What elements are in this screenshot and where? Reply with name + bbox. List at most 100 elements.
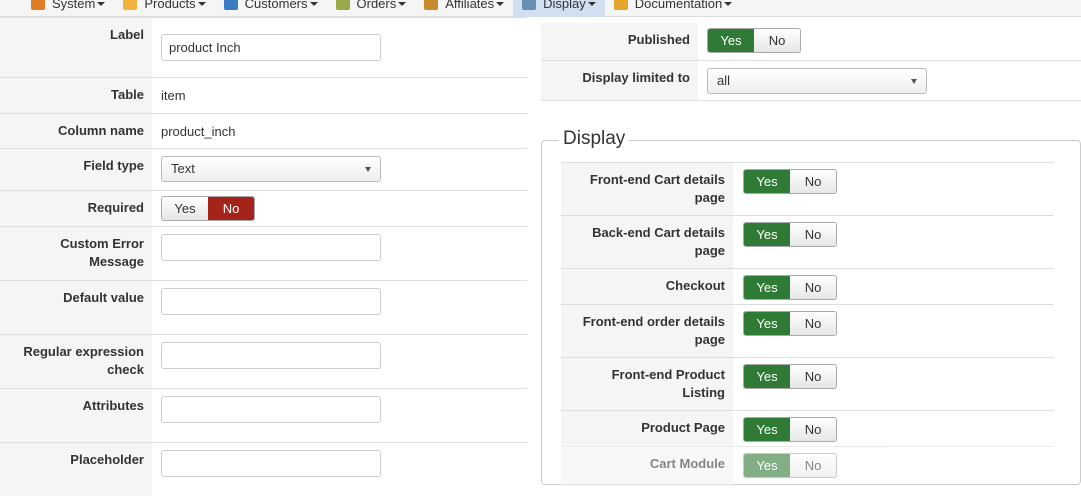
- no-button[interactable]: No: [790, 223, 836, 246]
- row-default-value: Default value: [0, 280, 527, 334]
- yes-button[interactable]: Yes: [744, 170, 790, 193]
- nav-customers[interactable]: Customers: [215, 0, 327, 17]
- display-row: Front-end Cart details page Yes No: [561, 162, 1054, 215]
- publish-settings: Published Yes No Display limited to all: [541, 17, 1081, 101]
- no-button[interactable]: No: [790, 170, 836, 193]
- display-row-label: Front-end order details page: [561, 305, 733, 357]
- label-input[interactable]: [161, 34, 381, 61]
- nav-products[interactable]: Products: [114, 0, 214, 17]
- display-options: Front-end Cart details page Yes No Back-e…: [561, 162, 1054, 486]
- no-button[interactable]: No: [790, 312, 836, 335]
- no-button[interactable]: No: [790, 418, 836, 441]
- table-value: item: [161, 88, 186, 103]
- regex-label: Regular expression check: [0, 335, 152, 388]
- no-button[interactable]: No: [790, 454, 836, 477]
- display-row: Checkout Yes No: [561, 268, 1054, 304]
- nav-affiliates[interactable]: Affiliates: [415, 0, 513, 17]
- nav-documentation-label: Documentation: [634, 0, 723, 11]
- no-button[interactable]: No: [790, 365, 836, 388]
- top-nav: System Products Customers Orders Affilia…: [0, 0, 1081, 17]
- chevron-down-icon: [724, 1, 733, 6]
- custom-error-input[interactable]: [161, 234, 381, 261]
- row-label: Label: [0, 17, 527, 77]
- row-field-type: Field type Text: [0, 148, 527, 190]
- nav-system[interactable]: System: [22, 0, 114, 17]
- custom-error-label: Custom Error Message: [0, 227, 152, 280]
- placeholder-label: Placeholder: [0, 443, 152, 496]
- nav-display[interactable]: Display: [513, 0, 605, 17]
- display-row: Back-end Cart details page Yes No: [561, 215, 1054, 268]
- row-placeholder: Placeholder: [0, 442, 527, 496]
- required-label: Required: [0, 191, 152, 226]
- required-no-button[interactable]: No: [208, 197, 254, 220]
- display-icon: [522, 0, 537, 10]
- display-row-label: Front-end Cart details page: [561, 163, 733, 215]
- row-published: Published Yes No: [541, 17, 1081, 60]
- yes-button[interactable]: Yes: [744, 223, 790, 246]
- nav-orders[interactable]: Orders: [327, 0, 416, 17]
- system-icon: [31, 0, 45, 10]
- display-limited-label: Display limited to: [541, 61, 698, 100]
- yes-button[interactable]: Yes: [744, 276, 790, 299]
- dropdown-arrow-icon: [911, 79, 917, 84]
- chevron-down-icon: [398, 1, 407, 6]
- nav-display-label: Display: [543, 0, 586, 11]
- display-limited-value: all: [717, 73, 731, 88]
- label-label: Label: [0, 18, 152, 77]
- display-row-toggle: Yes No: [743, 275, 837, 300]
- row-column-name: Column name product_inch: [0, 113, 527, 148]
- placeholder-input[interactable]: [161, 450, 381, 477]
- nav-products-label: Products: [144, 0, 196, 11]
- display-row-toggle: Yes No: [743, 311, 837, 336]
- regex-input[interactable]: [161, 342, 381, 369]
- published-label: Published: [541, 23, 698, 60]
- published-yes-button[interactable]: Yes: [708, 29, 754, 52]
- display-fieldset: Front-end Cart details page Yes No Back-e…: [541, 140, 1081, 486]
- published-no-button[interactable]: No: [754, 29, 800, 52]
- yes-button[interactable]: Yes: [744, 418, 790, 441]
- nav-customers-label: Customers: [244, 0, 308, 11]
- attributes-input[interactable]: [161, 396, 381, 423]
- products-icon: [123, 0, 138, 10]
- nav-documentation[interactable]: Documentation: [605, 0, 741, 17]
- no-button[interactable]: No: [790, 276, 836, 299]
- display-limited-select[interactable]: all: [707, 68, 927, 94]
- display-row-label: Product Page: [561, 411, 733, 446]
- row-required: Required Yes No: [0, 190, 527, 226]
- chevron-down-icon: [97, 1, 106, 6]
- yes-button[interactable]: Yes: [744, 454, 790, 477]
- required-yes-button[interactable]: Yes: [162, 197, 208, 220]
- field-type-value: Text: [171, 161, 195, 176]
- display-row-label: Back-end Cart details page: [561, 216, 733, 268]
- orders-icon: [335, 0, 350, 10]
- default-value-input[interactable]: [161, 288, 381, 315]
- row-regex: Regular expression check: [0, 334, 527, 388]
- column-name-label: Column name: [0, 114, 152, 148]
- column-name-value: product_inch: [161, 124, 236, 139]
- yes-button[interactable]: Yes: [744, 365, 790, 388]
- field-type-select[interactable]: Text: [161, 156, 381, 182]
- required-toggle: Yes No: [161, 196, 255, 221]
- chevron-down-icon: [197, 1, 206, 6]
- row-display-limited: Display limited to all: [541, 60, 1081, 101]
- display-row-toggle: Yes No: [743, 364, 837, 389]
- display-row-toggle: Yes No: [743, 169, 837, 194]
- display-row-toggle: Yes No: [743, 453, 837, 478]
- display-row-label: Front-end Product Listing: [561, 358, 733, 410]
- display-legend: Display: [559, 128, 630, 150]
- attributes-label: Attributes: [0, 389, 152, 442]
- display-row: Front-end Product Listing Yes No: [561, 357, 1054, 410]
- display-row-label: Checkout: [561, 269, 733, 304]
- row-custom-error: Custom Error Message: [0, 226, 527, 280]
- field-properties-form: Label Table item Column name product_inc…: [0, 17, 527, 496]
- dropdown-arrow-icon: [365, 167, 371, 172]
- chevron-down-icon: [309, 1, 318, 6]
- row-table: Table item: [0, 77, 527, 113]
- yes-button[interactable]: Yes: [744, 312, 790, 335]
- display-row-label: Cart Module: [561, 447, 733, 486]
- chevron-down-icon: [587, 1, 596, 6]
- nav-orders-label: Orders: [356, 0, 397, 11]
- display-row: Cart Module Yes No: [561, 446, 1054, 486]
- nav-affiliates-label: Affiliates: [445, 0, 495, 11]
- published-toggle: Yes No: [707, 28, 801, 53]
